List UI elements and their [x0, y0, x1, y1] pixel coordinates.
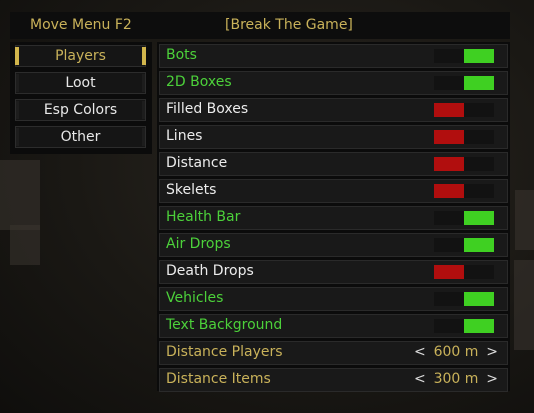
decrease-arrow-button[interactable]: < — [414, 371, 426, 387]
selector-value: 300 m — [433, 371, 479, 387]
option-row-text-background[interactable]: Text Background — [159, 314, 508, 338]
sidebar-item-label: Players — [55, 48, 106, 64]
option-row-distance-players: Distance Players <600 m > — [159, 341, 508, 365]
option-row-distance-items: Distance Items <300 m > — [159, 368, 508, 392]
sidebar-item-label: Loot — [65, 75, 96, 91]
sidebar-item-right-marker — [142, 74, 145, 92]
sidebar-item-right-marker — [142, 47, 146, 65]
option-label: Air Drops — [166, 236, 231, 252]
sidebar-item-other[interactable]: Other — [15, 126, 146, 148]
bots-toggle[interactable] — [434, 49, 494, 63]
move-menu-hint: Move Menu F2 — [30, 17, 132, 33]
sidebar-item-left-marker — [16, 101, 19, 119]
sidebar-item-left-marker — [16, 74, 19, 92]
air-drops-toggle[interactable] — [434, 238, 494, 252]
menu-title: [Break The Game] — [225, 17, 353, 33]
category-sidebar: Players Loot Esp Colors Other — [10, 42, 152, 154]
increase-arrow-button[interactable]: > — [486, 344, 498, 360]
option-row-distance[interactable]: Distance — [159, 152, 508, 176]
background-shape — [515, 190, 534, 250]
option-row-2d-boxes[interactable]: 2D Boxes — [159, 71, 508, 95]
toggle-fill — [434, 157, 464, 171]
option-label: Filled Boxes — [166, 101, 249, 117]
option-label: Bots — [166, 47, 197, 63]
option-row-filled-boxes[interactable]: Filled Boxes — [159, 98, 508, 122]
toggle-fill — [464, 238, 494, 252]
option-label: 2D Boxes — [166, 74, 232, 90]
background-shape — [514, 260, 534, 350]
option-row-skelets[interactable]: Skelets — [159, 179, 508, 203]
distance-toggle[interactable] — [434, 157, 494, 171]
lines-toggle[interactable] — [434, 130, 494, 144]
sidebar-item-left-marker — [15, 47, 19, 65]
option-row-air-drops[interactable]: Air Drops — [159, 233, 508, 257]
settings-panel: Bots 2D Boxes Filled Boxes Lines Distance Ske… — [157, 42, 510, 392]
distance-players-selector: <600 m > — [410, 344, 502, 362]
option-row-lines[interactable]: Lines — [159, 125, 508, 149]
skelets-toggle[interactable] — [434, 184, 494, 198]
sidebar-item-left-marker — [16, 128, 19, 146]
distance-items-selector: <300 m > — [410, 371, 502, 389]
sidebar-item-players[interactable]: Players — [15, 45, 146, 67]
option-row-health-bar[interactable]: Health Bar — [159, 206, 508, 230]
option-label: Health Bar — [166, 209, 241, 225]
2d-boxes-toggle[interactable] — [434, 76, 494, 90]
option-label: Distance — [166, 155, 228, 171]
sidebar-item-label: Esp Colors — [43, 102, 118, 118]
option-label: Distance Players — [166, 344, 283, 360]
selector-value: 600 m — [433, 344, 479, 360]
toggle-fill — [464, 76, 494, 90]
option-label: Vehicles — [166, 290, 224, 306]
toggle-fill — [434, 265, 464, 279]
option-label: Lines — [166, 128, 203, 144]
option-label: Distance Items — [166, 371, 271, 387]
toggle-fill — [434, 184, 464, 198]
toggle-fill — [464, 211, 494, 225]
option-label: Text Background — [166, 317, 283, 333]
toggle-fill — [464, 292, 494, 306]
death-drops-toggle[interactable] — [434, 265, 494, 279]
health-bar-toggle[interactable] — [434, 211, 494, 225]
sidebar-item-right-marker — [142, 128, 145, 146]
sidebar-item-esp-colors[interactable]: Esp Colors — [15, 99, 146, 121]
sidebar-item-loot[interactable]: Loot — [15, 72, 146, 94]
option-row-vehicles[interactable]: Vehicles — [159, 287, 508, 311]
background-shape — [0, 160, 40, 230]
toggle-fill — [464, 49, 494, 63]
toggle-fill — [434, 103, 464, 117]
text-background-toggle[interactable] — [434, 319, 494, 333]
toggle-fill — [434, 130, 464, 144]
option-row-death-drops[interactable]: Death Drops — [159, 260, 508, 284]
sidebar-item-label: Other — [60, 129, 101, 145]
background-shape — [10, 225, 40, 265]
increase-arrow-button[interactable]: > — [486, 371, 498, 387]
menu-title-bar[interactable]: Move Menu F2 [Break The Game] — [10, 12, 510, 39]
filled-boxes-toggle[interactable] — [434, 103, 494, 117]
option-row-bots[interactable]: Bots — [159, 44, 508, 68]
option-label: Skelets — [166, 182, 217, 198]
sidebar-item-right-marker — [142, 101, 145, 119]
toggle-fill — [464, 319, 494, 333]
vehicles-toggle[interactable] — [434, 292, 494, 306]
decrease-arrow-button[interactable]: < — [414, 344, 426, 360]
option-label: Death Drops — [166, 263, 254, 279]
